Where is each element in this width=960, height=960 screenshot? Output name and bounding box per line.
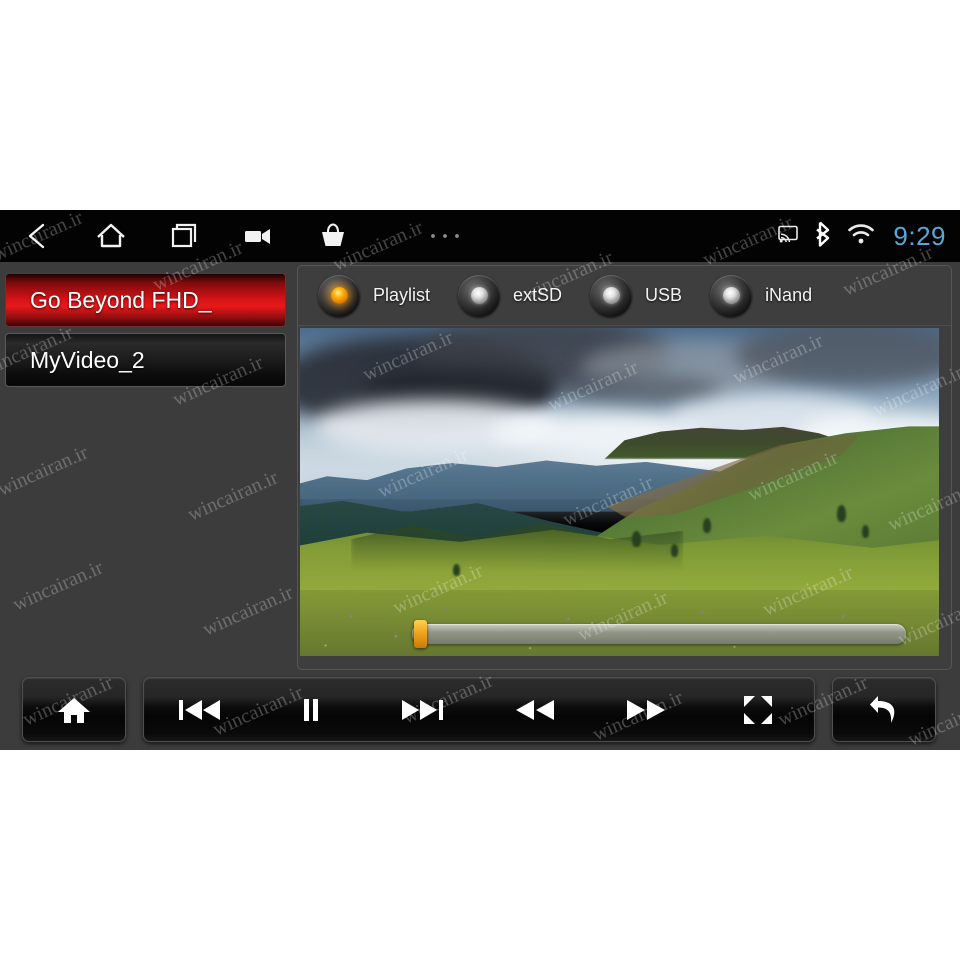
status-clock: 9:29 xyxy=(893,220,946,251)
video-surface[interactable] xyxy=(300,328,939,656)
recents-icon[interactable] xyxy=(148,210,222,262)
source-option-extsd[interactable]: extSD xyxy=(458,274,563,317)
fast-forward-button[interactable] xyxy=(598,677,694,742)
home-button[interactable] xyxy=(26,677,122,742)
fullscreen-button[interactable] xyxy=(710,677,806,742)
list-item[interactable]: Go Beyond FHD_ xyxy=(5,273,286,327)
source-option-label: extSD xyxy=(513,285,563,305)
back-icon[interactable] xyxy=(0,210,74,262)
source-selector: Playlist extSD USB iNand xyxy=(298,266,951,326)
back-button[interactable] xyxy=(836,677,932,742)
source-option-playlist[interactable]: Playlist xyxy=(318,274,431,317)
playlist-panel: Go Beyond FHD_ MyVideo_2 xyxy=(0,262,292,672)
status-indicators: 9:29 xyxy=(777,210,946,262)
source-option-label: iNand xyxy=(765,285,813,305)
cast-icon xyxy=(777,225,799,248)
wifi-icon xyxy=(847,223,875,250)
source-option-label: USB xyxy=(645,285,683,305)
led-indicator-icon xyxy=(590,274,633,317)
rewind-button[interactable] xyxy=(487,677,583,742)
main-work-area: Go Beyond FHD_ MyVideo_2 Playlist extSD … xyxy=(0,262,960,750)
source-option-usb[interactable]: USB xyxy=(590,274,683,317)
content-panel: Playlist extSD USB iNand xyxy=(297,265,952,670)
video-camera-icon[interactable] xyxy=(222,210,296,262)
bluetooth-icon xyxy=(813,221,833,252)
status-bar: 9:29 xyxy=(0,210,960,262)
list-item[interactable]: MyVideo_2 xyxy=(5,333,286,387)
source-option-inand[interactable]: iNand xyxy=(710,274,813,317)
navigation-buttons xyxy=(0,210,520,262)
next-track-button[interactable] xyxy=(375,677,471,742)
progress-thumb[interactable] xyxy=(414,620,427,648)
playlist-item-title: Go Beyond FHD_ xyxy=(30,286,212,313)
home-button-group xyxy=(22,677,126,742)
video-progress-slider[interactable] xyxy=(412,620,906,648)
led-indicator-icon xyxy=(318,274,360,317)
previous-track-button[interactable] xyxy=(152,677,248,742)
led-indicator-icon xyxy=(710,274,753,317)
back-button-group xyxy=(832,677,936,742)
device-screen: 9:29 Go Beyond FHD_ MyVideo_2 Playlist e… xyxy=(0,210,960,750)
pause-button[interactable] xyxy=(263,677,359,742)
basket-icon[interactable] xyxy=(296,210,370,262)
more-dots-icon[interactable] xyxy=(370,210,520,262)
home-icon[interactable] xyxy=(74,210,148,262)
media-button-group xyxy=(143,677,815,742)
led-indicator-icon xyxy=(458,274,501,317)
playlist-item-title: MyVideo_2 xyxy=(30,346,145,373)
player-control-bar xyxy=(0,677,960,750)
source-option-label: Playlist xyxy=(373,285,431,305)
video-frame-image xyxy=(300,328,939,656)
